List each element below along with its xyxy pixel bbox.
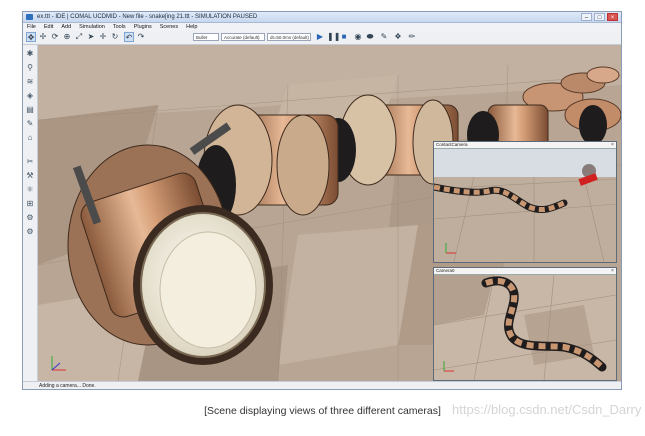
search-icon[interactable]: ⚲ xyxy=(25,63,35,73)
model-browser-icon[interactable]: ◈ xyxy=(25,91,35,101)
edit-tool-icon[interactable]: ✎ xyxy=(379,32,389,42)
wrench-icon[interactable]: ✱ xyxy=(25,49,35,59)
menu-scenes[interactable]: Scenes xyxy=(156,23,182,31)
contact-camera-window[interactable]: ContactCamera × xyxy=(433,141,617,263)
accuracy-select[interactable]: Accurate (default) xyxy=(221,33,265,41)
engine-select[interactable]: Bullet xyxy=(193,33,219,41)
rotate-icon[interactable]: ⟳ xyxy=(50,32,60,42)
menu-bar: File Edit Add Simulation Tools Plugins S… xyxy=(23,23,621,31)
minimize-button[interactable]: – xyxy=(581,13,592,21)
select-icon[interactable]: ➤ xyxy=(86,32,96,42)
path-icon[interactable]: ⚒ xyxy=(25,171,35,181)
pan-icon[interactable]: ✢ xyxy=(38,32,48,42)
rotate-object-icon[interactable]: ↻ xyxy=(110,32,120,42)
main-toolbar: ✥ ✢ ⟳ ⊕ ⤢ ➤ ✛ ↻ ↶ ↷ Bullet Accurate (def… xyxy=(23,31,621,45)
camera0-close-icon[interactable]: × xyxy=(610,268,615,274)
physics-icon[interactable]: ⚛ xyxy=(25,185,35,195)
paint-icon[interactable]: ✏ xyxy=(407,32,417,42)
menu-file[interactable]: File xyxy=(23,23,40,31)
settings-icon[interactable]: ⚙ xyxy=(25,227,35,237)
layers-icon[interactable]: ≋ xyxy=(25,77,35,87)
status-bar: Adding a camera... Done. xyxy=(23,381,621,389)
script-icon[interactable]: ✎ xyxy=(25,119,35,129)
car-icon[interactable]: ⬬ xyxy=(365,32,375,42)
menu-add[interactable]: Add xyxy=(57,23,75,31)
left-toolbar: ✱ ⚲ ≋ ◈ ▤ ✎ ⌂ ✂ ⚒ ⚛ ⊞ ⚙ ⚙ xyxy=(23,45,38,381)
menu-plugins[interactable]: Plugins xyxy=(130,23,156,31)
move-icon[interactable]: ✥ xyxy=(26,32,36,42)
shift-icon[interactable]: ✛ xyxy=(98,32,108,42)
filter-icon[interactable]: ✂ xyxy=(25,157,35,167)
contact-camera-scene xyxy=(434,149,616,262)
pause-icon[interactable]: ❚❚ xyxy=(327,32,340,42)
gear-icon[interactable]: ⚙ xyxy=(25,213,35,223)
stop-icon[interactable]: ■ xyxy=(339,32,349,42)
contact-camera-title: ContactCamera xyxy=(434,142,616,149)
fit-icon[interactable]: ⤢ xyxy=(74,32,84,42)
maximize-button[interactable]: □ xyxy=(594,13,605,21)
undo-icon[interactable]: ↶ xyxy=(124,32,134,42)
window-title: ex.ttt - IDE | COMAL UCDMID - New file -… xyxy=(37,14,258,20)
menu-tools[interactable]: Tools xyxy=(109,23,130,31)
camera0-window[interactable]: Camera0 × xyxy=(433,267,617,381)
object-icon[interactable]: ❖ xyxy=(393,32,403,42)
menu-help[interactable]: Help xyxy=(182,23,201,31)
watermark: https://blog.csdn.net/Csdn_Darry xyxy=(452,402,642,417)
redo-icon[interactable]: ↷ xyxy=(136,32,146,42)
title-bar: ex.ttt - IDE | COMAL UCDMID - New file -… xyxy=(23,12,621,23)
camera0-scene xyxy=(434,275,616,380)
camera-icon[interactable]: ◉ xyxy=(353,32,363,42)
status-text: Adding a camera... Done. xyxy=(39,383,96,389)
application-window: ex.ttt - IDE | COMAL UCDMID - New file -… xyxy=(22,11,622,390)
hierarchy-icon[interactable]: ▤ xyxy=(25,105,35,115)
menu-edit[interactable]: Edit xyxy=(40,23,57,31)
lock-icon[interactable]: ⊞ xyxy=(25,199,35,209)
main-3d-viewport[interactable]: ContactCamera × Camera0 × xyxy=(38,45,621,381)
play-icon[interactable]: ▶ xyxy=(315,32,325,42)
contact-camera-close-icon[interactable]: × xyxy=(610,142,615,148)
edit-icon[interactable]: ⌂ xyxy=(25,133,35,143)
timestep-select[interactable]: dt=50.0ms (default) xyxy=(267,33,311,41)
app-icon xyxy=(26,14,33,20)
close-button[interactable]: × xyxy=(607,13,618,21)
camera0-title: Camera0 xyxy=(434,268,616,275)
menu-simulation[interactable]: Simulation xyxy=(75,23,109,31)
zoom-icon[interactable]: ⊕ xyxy=(62,32,72,42)
